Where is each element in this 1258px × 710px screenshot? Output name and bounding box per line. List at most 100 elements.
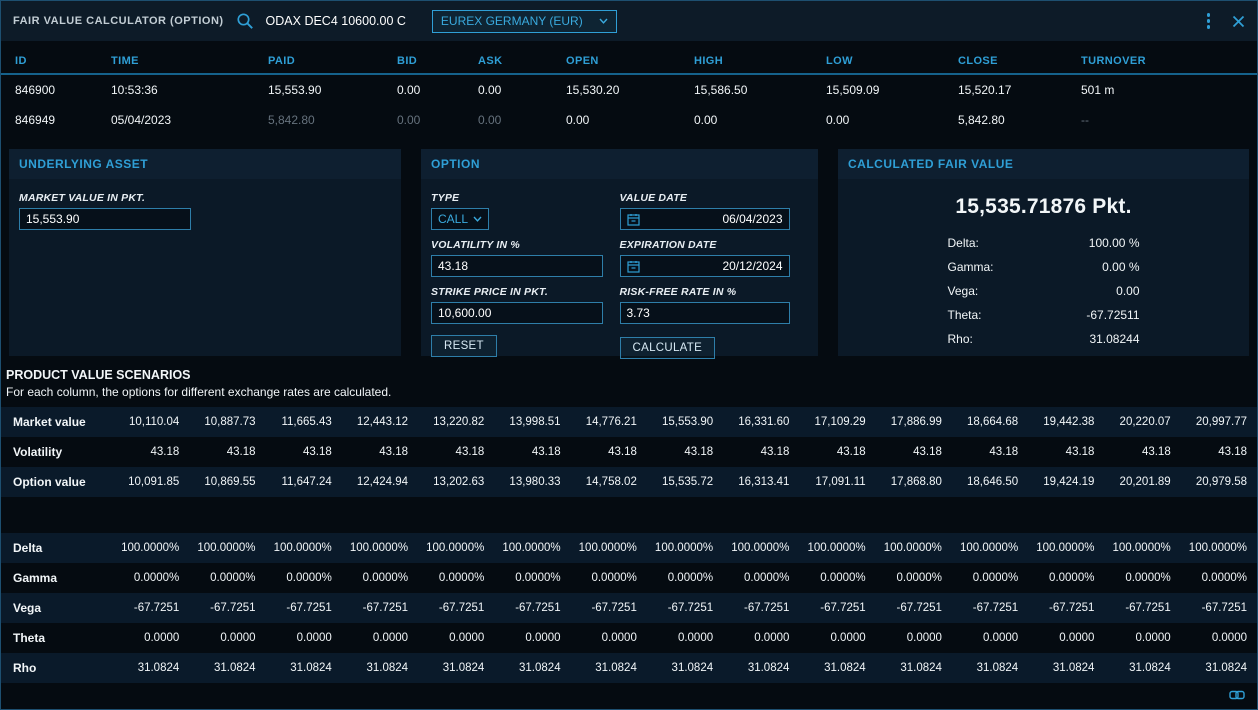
row-label: Gamma (1, 571, 113, 585)
reset-button[interactable]: RESET (431, 335, 497, 357)
scenario-cell: 31.0824 (342, 662, 418, 674)
table-row: Rho 31.082431.082431.082431.082431.08243… (1, 653, 1257, 683)
scenario-cell: 10,091.85 (113, 476, 189, 488)
expiration-date-value: 20/12/2024 (722, 259, 782, 273)
scenario-cell: 15,535.72 (647, 476, 723, 488)
row-values: 31.082431.082431.082431.082431.082431.08… (113, 653, 1257, 683)
scenario-cell: 16,313.41 (723, 476, 799, 488)
scenario-cell: 0.0000% (1181, 572, 1257, 584)
scenario-cell: -67.7251 (876, 602, 952, 614)
scenario-cell: -67.7251 (647, 602, 723, 614)
scenario-cell: 13,202.63 (418, 476, 494, 488)
scenario-cell: 0.0000 (418, 632, 494, 644)
scenario-cell: 43.18 (876, 446, 952, 458)
table-row[interactable]: 846949 05/04/2023 5,842.80 0.00 0.00 0.0… (1, 105, 1257, 135)
scenario-cell: 100.0000% (342, 542, 418, 554)
greeks-list: Delta: 100.00 % Gamma: 0.00 % Vega: 0.00 (948, 231, 1140, 351)
greek-row: Theta: -67.72511 (948, 303, 1140, 327)
greek-row: Gamma: 0.00 % (948, 255, 1140, 279)
scenario-cell: 100.0000% (1104, 542, 1180, 554)
scenario-cell: 31.0824 (266, 662, 342, 674)
scenario-cell: 0.0000 (189, 632, 265, 644)
value-date-input[interactable]: 06/04/2023 (620, 208, 790, 230)
risk-free-rate-input[interactable] (620, 302, 790, 324)
greek-row: Vega: 0.00 (948, 279, 1140, 303)
scenario-cell: 0.0000% (723, 572, 799, 584)
strike-input[interactable] (431, 302, 603, 324)
scenario-cell: 12,443.12 (342, 416, 418, 428)
market-value-input[interactable] (19, 208, 191, 230)
scenario-cell: 43.18 (723, 446, 799, 458)
scenario-cell: 100.0000% (189, 542, 265, 554)
row-label: Theta (1, 631, 113, 645)
kebab-menu-icon[interactable] (1205, 11, 1213, 31)
scenario-cell: 100.0000% (494, 542, 570, 554)
scenario-cell: 0.0000 (113, 632, 189, 644)
type-select-value: CALL (438, 212, 468, 226)
greek-label: Rho: (948, 332, 973, 346)
column-header: TIME (111, 55, 268, 67)
scenario-value-table: Market value 10,110.0410,887.7311,665.43… (1, 407, 1257, 497)
scenario-cell: 0.0000% (876, 572, 952, 584)
calculate-button[interactable]: CALCULATE (620, 337, 716, 359)
scenario-cell: 43.18 (952, 446, 1028, 458)
scenario-cell: 20,979.58 (1181, 476, 1257, 488)
cell-turnover: -- (1081, 113, 1257, 127)
row-values: 0.00000.00000.00000.00000.00000.00000.00… (113, 623, 1257, 653)
greek-label: Gamma: (948, 260, 994, 274)
row-values: 43.1843.1843.1843.1843.1843.1843.1843.18… (113, 437, 1257, 467)
scenario-cell: 0.0000 (1181, 632, 1257, 644)
scenario-cell: 16,331.60 (723, 416, 799, 428)
chevron-down-icon (599, 18, 608, 24)
window-title: FAIR VALUE CALCULATOR (OPTION) (13, 15, 224, 27)
row-label: Market value (1, 415, 113, 429)
scenario-cell: 0.0000% (1028, 572, 1104, 584)
scenario-cell: 43.18 (571, 446, 647, 458)
scenario-cell: 31.0824 (418, 662, 494, 674)
scenario-cell: 0.0000 (342, 632, 418, 644)
scenario-cell: 31.0824 (1181, 662, 1257, 674)
scenario-cell: -67.7251 (571, 602, 647, 614)
scenario-cell: 100.0000% (799, 542, 875, 554)
exchange-select-value: EUREX GERMANY (EUR) (441, 14, 583, 28)
cell-low: 15,509.09 (826, 83, 958, 97)
type-select[interactable]: CALL (431, 208, 489, 230)
scenario-cell: 20,220.07 (1104, 416, 1180, 428)
scenario-cell: 100.0000% (647, 542, 723, 554)
underlying-asset-panel: UNDERLYING ASSET MARKET VALUE IN PKT. (9, 149, 401, 356)
cell-ask: 0.00 (478, 83, 566, 97)
exchange-select[interactable]: EUREX GERMANY (EUR) (432, 10, 617, 33)
link-icon[interactable] (1229, 689, 1245, 701)
close-icon[interactable] (1232, 15, 1245, 28)
greek-value: 0.00 % (1102, 260, 1139, 274)
expiration-date-input[interactable]: 20/12/2024 (620, 255, 790, 277)
search-icon[interactable] (236, 12, 254, 30)
value-date-label: VALUE DATE (620, 192, 809, 204)
scenario-cell: 10,869.55 (189, 476, 265, 488)
scenario-cell: 31.0824 (952, 662, 1028, 674)
scenario-cell: 0.0000% (494, 572, 570, 584)
scenario-cell: -67.7251 (1028, 602, 1104, 614)
scenario-cell: 0.0000 (723, 632, 799, 644)
greek-label: Delta: (948, 236, 979, 250)
titlebar-actions (1205, 11, 1246, 31)
scenario-cell: 17,868.80 (876, 476, 952, 488)
scenario-cell: 0.0000 (799, 632, 875, 644)
scenario-cell: 43.18 (494, 446, 570, 458)
scenario-cell: 11,647.24 (266, 476, 342, 488)
column-header: HIGH (694, 55, 826, 67)
volatility-input[interactable] (431, 255, 603, 277)
scenario-cell: 20,997.77 (1181, 416, 1257, 428)
greek-value: 31.08244 (1089, 332, 1139, 346)
scenario-cell: 100.0000% (266, 542, 342, 554)
value-date-value: 06/04/2023 (722, 212, 782, 226)
cell-bid: 0.00 (397, 113, 478, 127)
table-row[interactable]: 846900 10:53:36 15,553.90 0.00 0.00 15,5… (1, 75, 1257, 105)
scenario-cell: 17,091.11 (799, 476, 875, 488)
row-values: 10,110.0410,887.7311,665.4312,443.1213,2… (113, 407, 1257, 437)
scenario-cell: 100.0000% (113, 542, 189, 554)
column-header: LOW (826, 55, 958, 67)
scenario-cell: 17,109.29 (799, 416, 875, 428)
scenario-cell: 0.0000 (1104, 632, 1180, 644)
risk-free-rate-label: RISK-FREE RATE IN % (620, 286, 809, 298)
